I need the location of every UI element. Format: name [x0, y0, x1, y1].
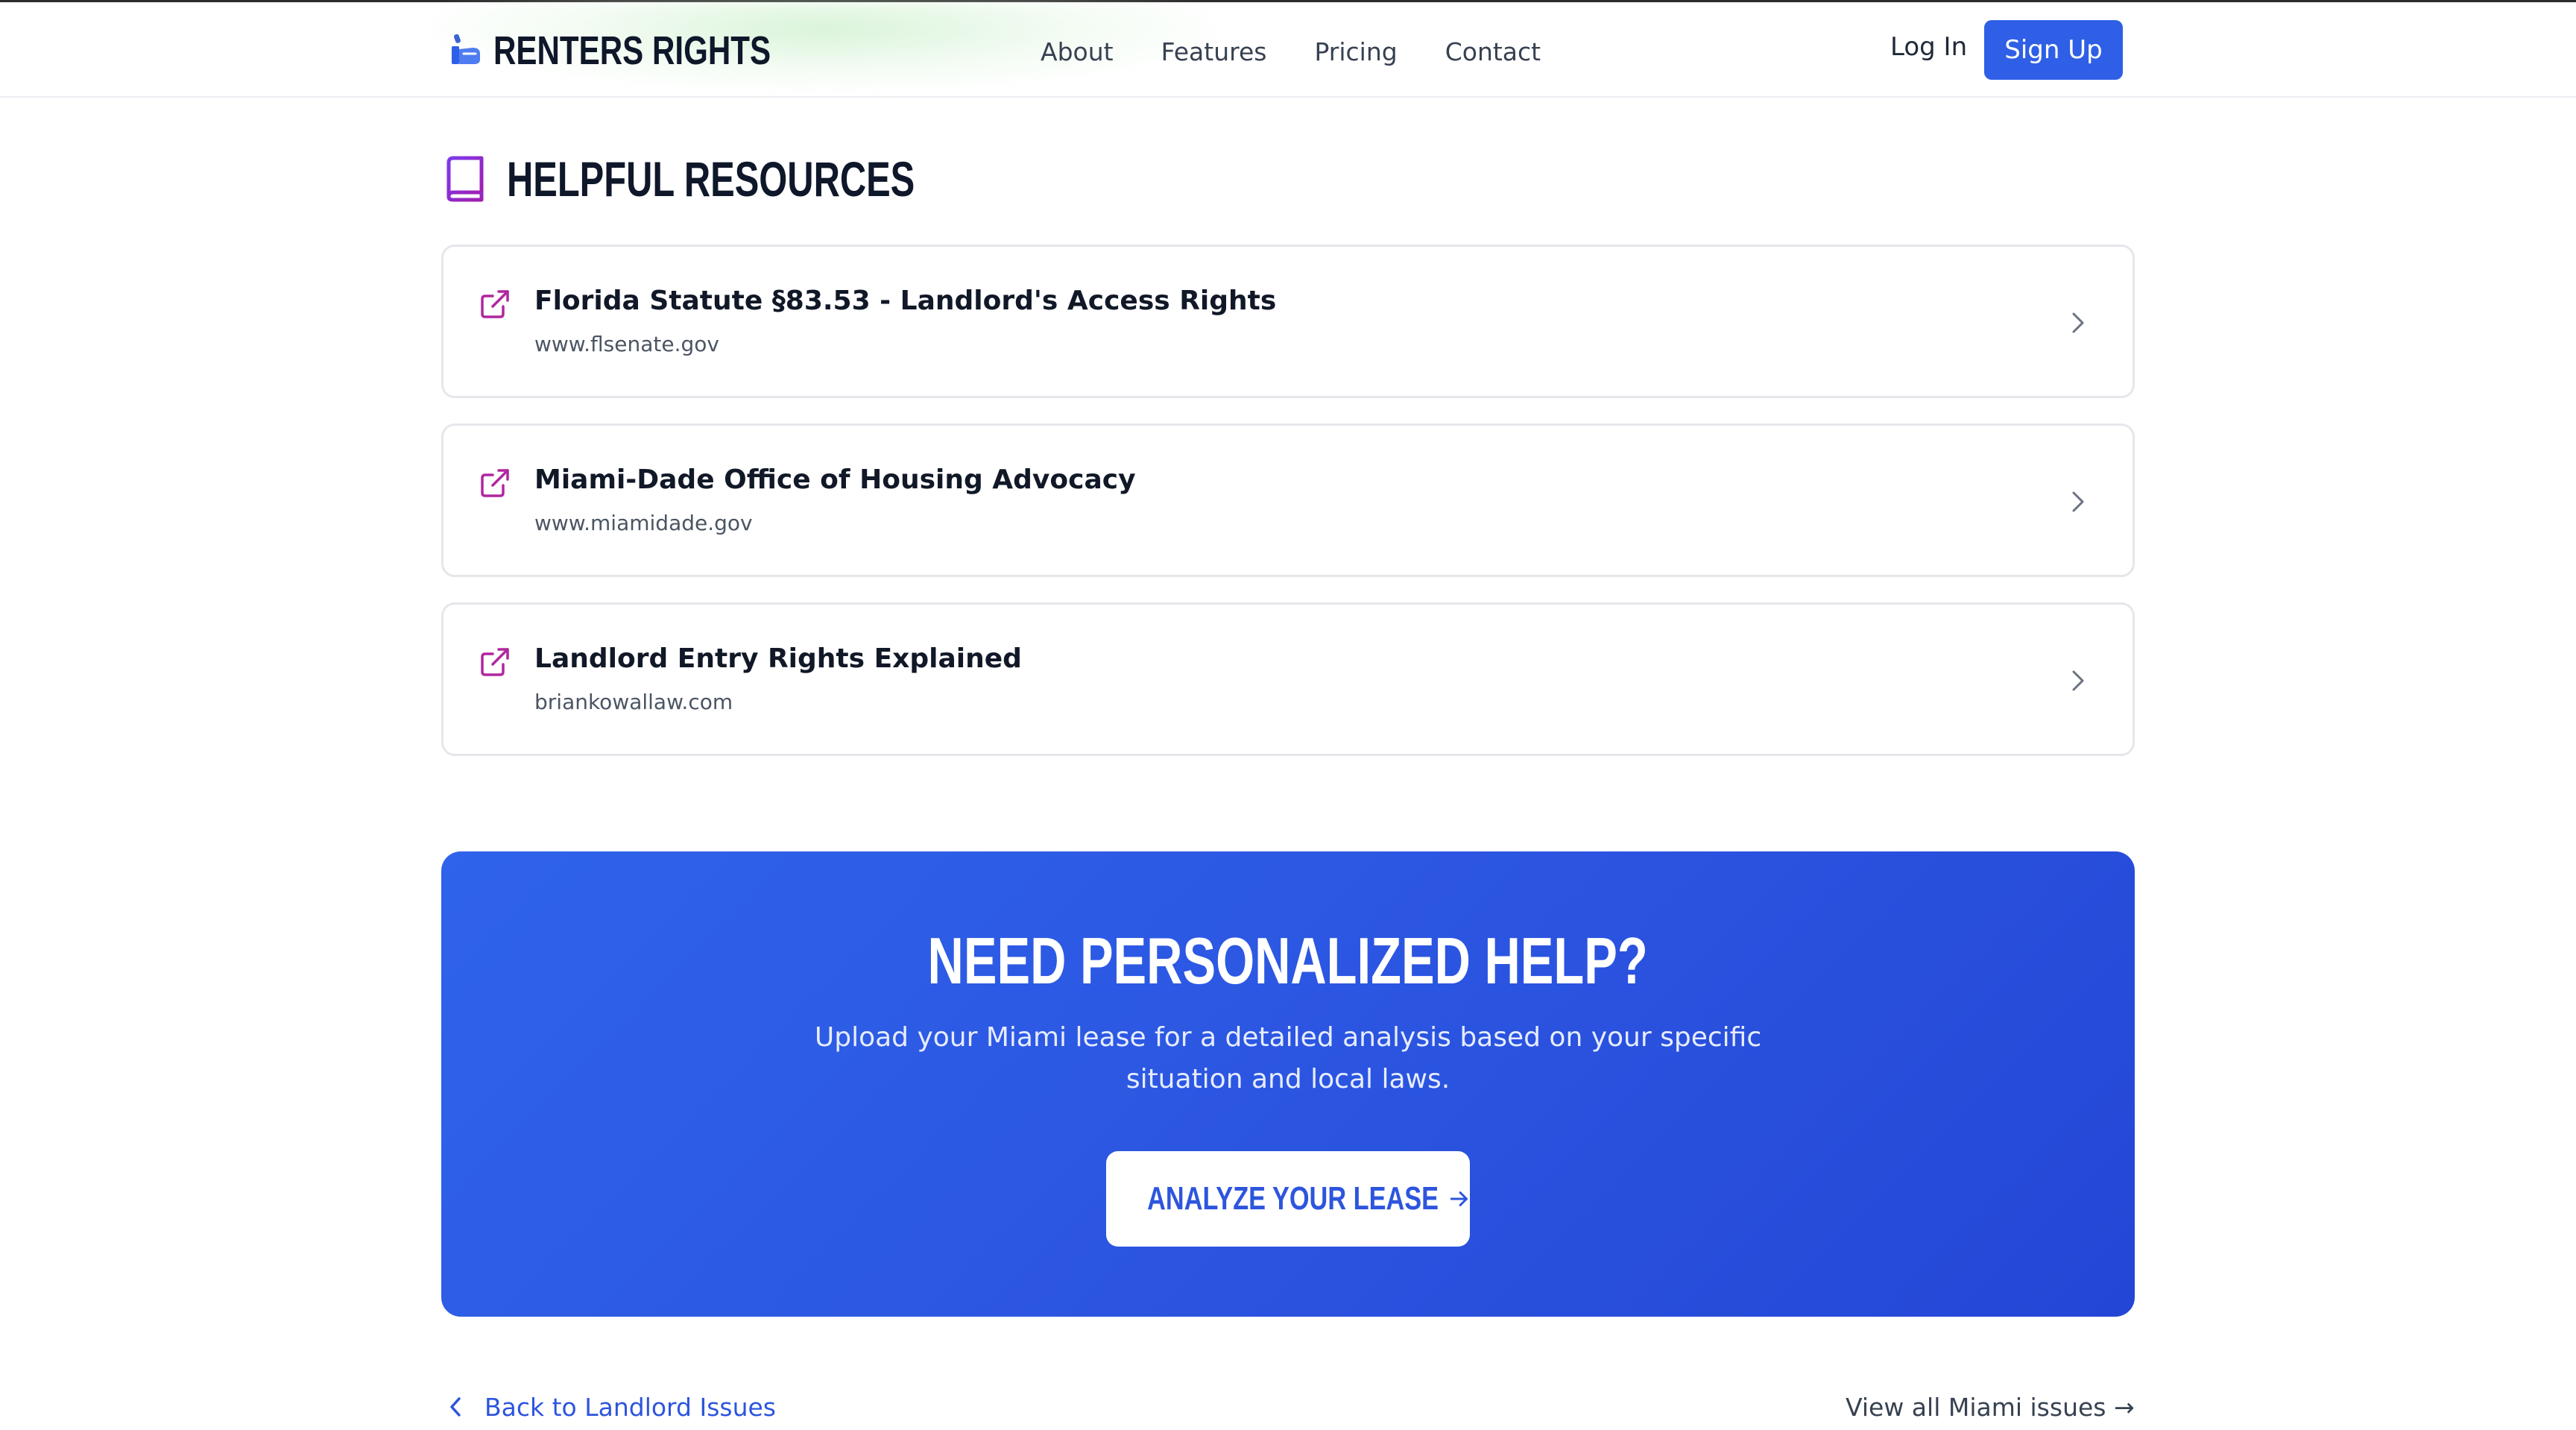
site-header: RENTERS RIGHTS About Features Pricing Co… [0, 2, 2576, 98]
analyze-lease-label: ANALYZE YOUR LEASE [1147, 1180, 1439, 1217]
book-icon [446, 156, 484, 202]
nav-features[interactable]: Features [1161, 37, 1267, 66]
arrow-right-icon [1450, 1191, 1468, 1206]
external-link-icon [481, 469, 509, 497]
resources-heading: HELPFUL RESOURCES [444, 149, 1058, 209]
resource-url: briankowallaw.com [534, 690, 733, 714]
resource-title: Landlord Entry Rights Explained [534, 643, 1022, 674]
nav-about[interactable]: About [1041, 37, 1114, 66]
chevron-right-icon [2072, 312, 2084, 333]
nav-pricing[interactable]: Pricing [1314, 37, 1397, 66]
signup-button[interactable]: Sign Up [1984, 20, 2123, 80]
resource-url: www.flsenate.gov [534, 332, 719, 356]
cta-title: NEED PERSONALIZED HELP? [441, 923, 2135, 999]
analyze-lease-button[interactable]: ANALYZE YOUR LEASE [1106, 1151, 1470, 1247]
login-link[interactable]: Log In [1890, 32, 1967, 62]
view-all-miami-issues-link[interactable]: View all Miami issues → [1846, 1388, 2135, 1426]
renters-rights-logo-icon [452, 34, 480, 64]
resource-card[interactable]: Florida Statute §83.53 - Landlord's Acce… [441, 245, 2135, 398]
chevron-right-icon [2072, 670, 2084, 691]
chevron-left-icon [450, 1397, 461, 1417]
cta-description: Upload your Miami lease for a detailed a… [814, 1022, 1762, 1094]
resources-title: HELPFUL RESOURCES [507, 151, 915, 207]
cta-title-text: NEED PERSONALIZED HELP? [927, 924, 1649, 998]
resource-url: www.miamidade.gov [534, 511, 753, 535]
external-link-icon [481, 290, 509, 318]
personalized-help-banner: NEED PERSONALIZED HELP? Upload your Miam… [441, 851, 2135, 1317]
nav-contact[interactable]: Contact [1445, 37, 1541, 66]
main-nav: About Features Pricing Contact [1041, 31, 1541, 72]
back-link-label: Back to Landlord Issues [484, 1392, 777, 1422]
resource-card[interactable]: Miami-Dade Office of Housing Advocacy ww… [441, 423, 2135, 577]
resource-title: Florida Statute §83.53 - Landlord's Acce… [534, 286, 1277, 316]
brand-name: RENTERS RIGHTS [493, 28, 771, 73]
brand-logo[interactable]: RENTERS RIGHTS [450, 25, 849, 77]
back-to-landlord-issues-link[interactable]: Back to Landlord Issues [447, 1388, 776, 1426]
resource-title: Miami-Dade Office of Housing Advocacy [534, 464, 1136, 495]
chevron-right-icon [2072, 491, 2084, 512]
resource-card[interactable]: Landlord Entry Rights Explained briankow… [441, 602, 2135, 756]
external-link-icon [481, 648, 509, 676]
view-all-label: View all Miami issues → [1846, 1392, 2135, 1422]
